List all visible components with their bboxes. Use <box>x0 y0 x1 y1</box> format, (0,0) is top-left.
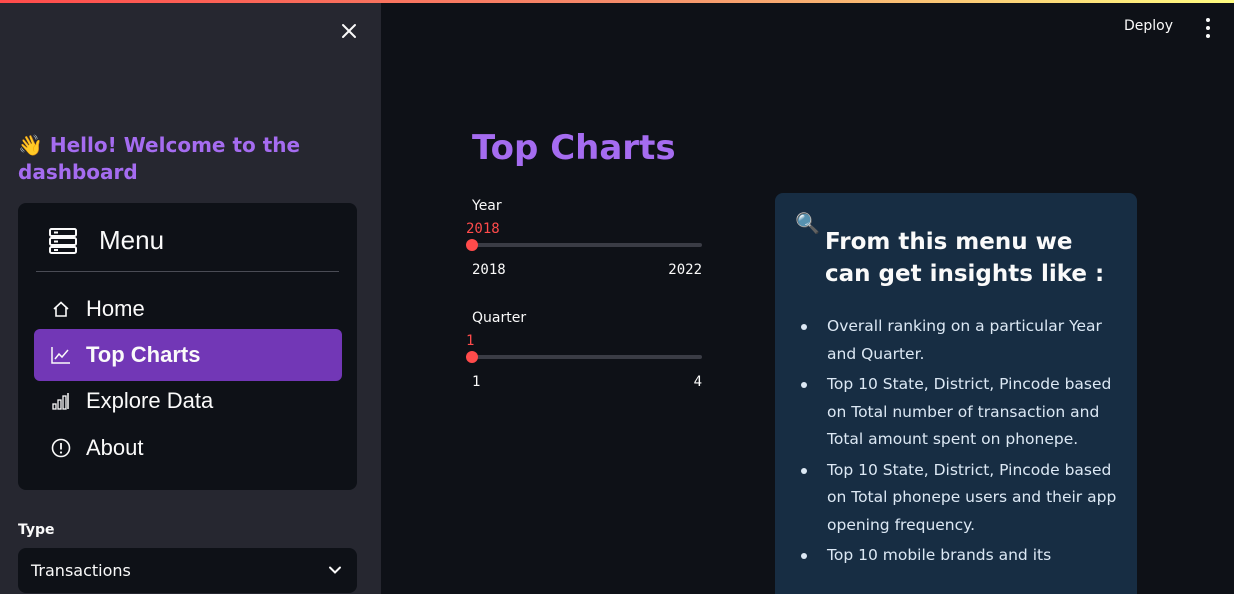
welcome-message: 👋 Hello! Welcome to the dashboard <box>18 132 358 186</box>
quarter-slider-min: 1 <box>472 374 481 390</box>
type-label: Type <box>18 522 55 538</box>
nav-label-explore-data: Explore Data <box>86 388 214 413</box>
list-item: Top 10 mobile brands and its <box>801 542 1117 570</box>
chevron-down-icon <box>329 566 341 574</box>
welcome-text: Hello! Welcome to the dashboard <box>18 133 301 184</box>
bar-chart-icon <box>51 391 71 411</box>
wave-emoji: 👋 <box>18 133 43 157</box>
quarter-slider-value: 1 <box>466 333 475 349</box>
nav-label-about: About <box>86 435 144 460</box>
deploy-button[interactable]: Deploy <box>1118 14 1179 38</box>
list-item: Overall ranking on a particular Year and… <box>801 313 1117 368</box>
list-item: Top 10 State, District, Pincode based on… <box>801 457 1117 540</box>
info-circle-icon <box>51 438 71 458</box>
more-vertical-icon <box>1206 18 1210 38</box>
sidebar: 👋 Hello! Welcome to the dashboard Menu H… <box>0 3 381 594</box>
close-sidebar-button[interactable] <box>337 19 361 43</box>
type-select-value: Transactions <box>31 561 131 580</box>
line-chart-icon <box>51 345 71 365</box>
nav-item-home[interactable]: Home <box>34 283 342 335</box>
info-heading: From this menu we can get insights like … <box>825 229 1105 287</box>
menu-divider <box>36 271 339 272</box>
page-title: Top Charts <box>472 128 676 168</box>
magnifier-icon: 🔍 <box>795 213 820 235</box>
year-slider-label: Year <box>472 198 502 214</box>
nav-item-top-charts[interactable]: Top Charts <box>34 329 342 381</box>
info-box: 🔍 From this menu we can get insights lik… <box>775 193 1137 594</box>
year-slider-value: 2018 <box>466 221 500 237</box>
year-slider-min: 2018 <box>472 262 506 278</box>
nav-label-home: Home <box>86 296 145 321</box>
quarter-slider-track[interactable] <box>472 355 702 359</box>
year-slider-max: 2022 <box>668 262 702 278</box>
nav-label-top-charts: Top Charts <box>86 342 201 367</box>
type-select[interactable]: Transactions <box>18 548 357 593</box>
close-icon <box>342 24 356 38</box>
quarter-slider-label: Quarter <box>472 310 527 326</box>
quarter-slider-thumb[interactable] <box>466 351 478 363</box>
menu-title: Menu <box>99 225 165 255</box>
quarter-slider-max: 4 <box>693 374 702 390</box>
home-icon <box>51 299 71 319</box>
option-menu: Menu Home Top Charts Explore Data About <box>18 203 357 490</box>
menu-stack-icon <box>49 227 77 254</box>
year-slider-thumb[interactable] <box>466 239 478 251</box>
info-bullet-list: Overall ranking on a particular Year and… <box>801 313 1117 573</box>
nav-item-explore-data[interactable]: Explore Data <box>34 375 342 427</box>
year-slider-track[interactable] <box>472 243 702 247</box>
nav-item-about[interactable]: About <box>34 422 342 474</box>
main-menu-button[interactable] <box>1198 17 1218 39</box>
list-item: Top 10 State, District, Pincode based on… <box>801 371 1117 454</box>
menu-header: Menu <box>49 225 164 256</box>
